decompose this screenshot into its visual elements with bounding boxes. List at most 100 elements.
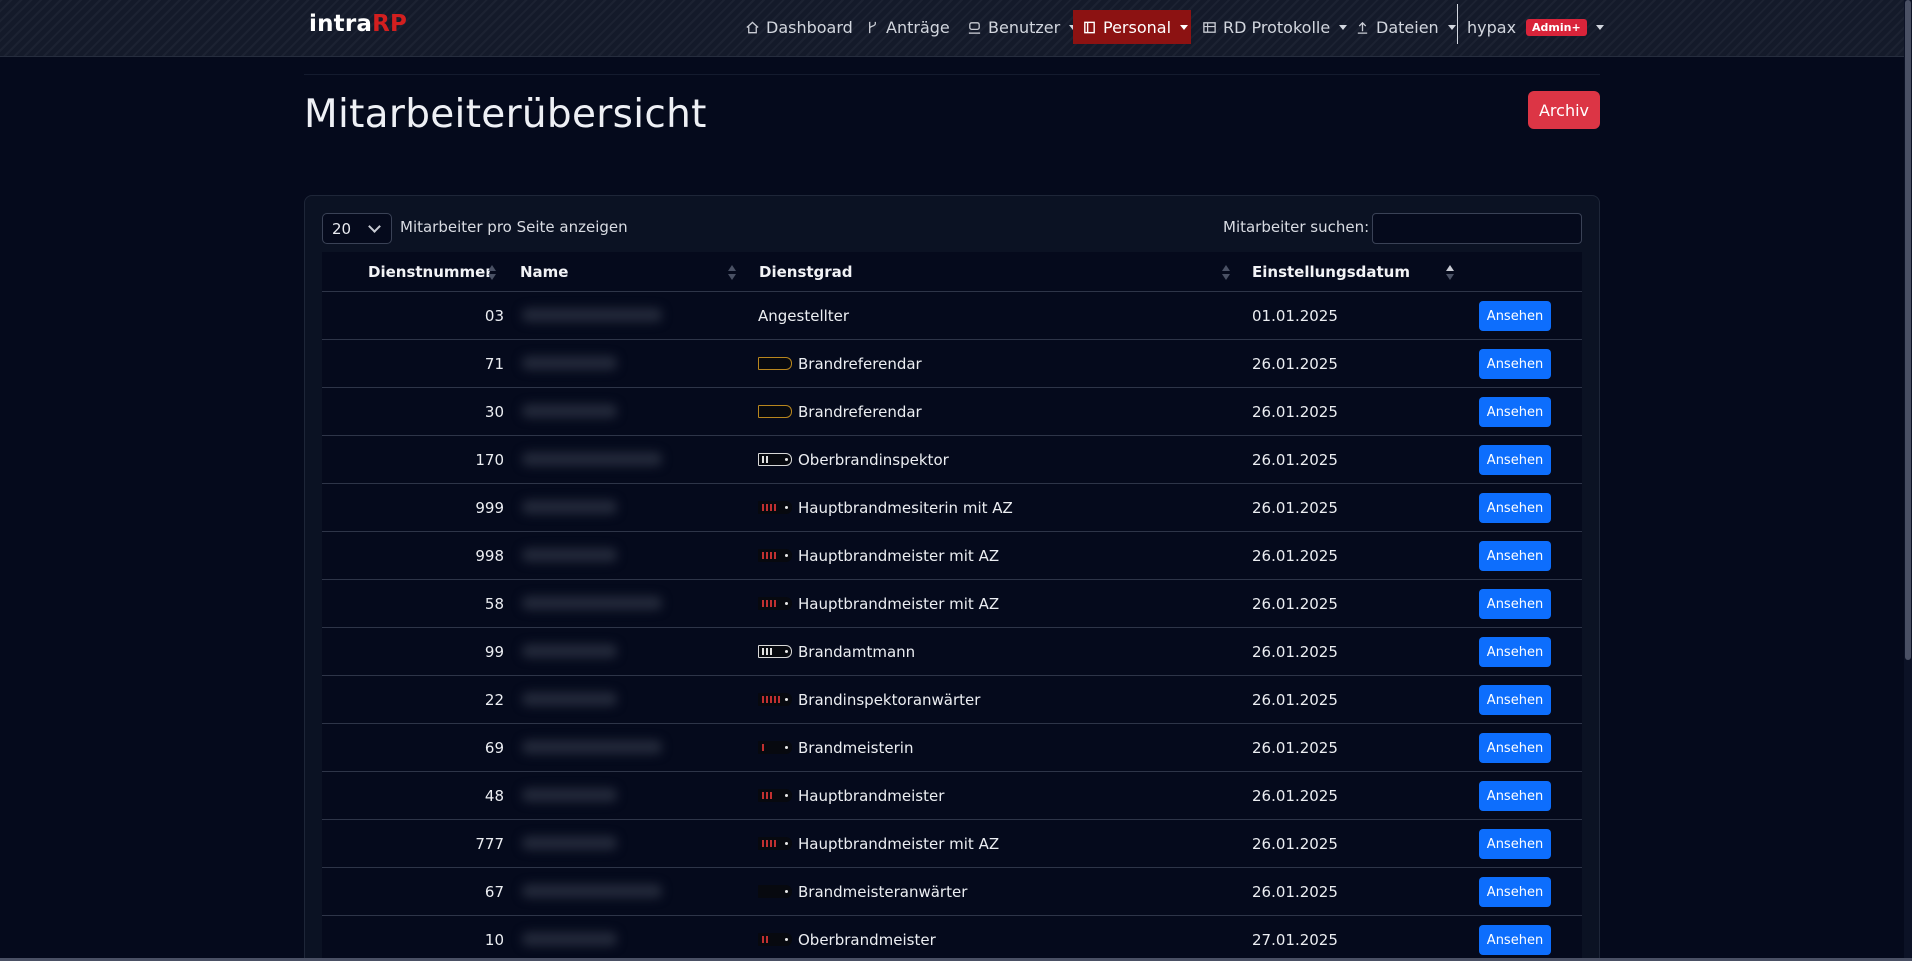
redacted-name-blur: [522, 644, 617, 658]
einstellungsdatum-cell: 26.01.2025: [1252, 786, 1338, 805]
view-employee-button[interactable]: Ansehen: [1479, 397, 1551, 427]
name-cell-redacted: [512, 296, 677, 336]
view-employee-button[interactable]: Ansehen: [1479, 541, 1551, 571]
redacted-name-blur: [522, 884, 662, 898]
einstellungsdatum-cell: 01.01.2025: [1252, 306, 1338, 325]
dienstnummer-cell: 30: [484, 402, 504, 421]
dienstnummer-cell: 58: [484, 594, 504, 613]
rank-label: Oberbrandmeister: [798, 930, 936, 949]
sort-icon: [728, 265, 736, 281]
view-employee-button[interactable]: Ansehen: [1479, 637, 1551, 667]
view-employee-button[interactable]: Ansehen: [1479, 589, 1551, 619]
dienstnummer-cell: 998: [475, 546, 504, 565]
name-cell-redacted: [512, 824, 677, 864]
name-cell-redacted: [512, 344, 677, 384]
dienstnummer-cell: 69: [484, 738, 504, 757]
chevron-down-icon: [368, 220, 381, 233]
badge-icon: [1084, 21, 1095, 33]
rank-insignia-icon: [758, 741, 792, 754]
column-header-einstellungsdatum[interactable]: Einstellungsdatum: [1252, 252, 1410, 292]
home-icon: [746, 20, 759, 33]
chevron-down-icon: [1180, 24, 1189, 30]
column-label: Dienstgrad: [759, 263, 853, 281]
nav-antraege[interactable]: Anträge: [856, 10, 959, 44]
einstellungsdatum-cell: 26.01.2025: [1252, 354, 1338, 373]
name-cell-redacted: [512, 584, 677, 624]
dienstgrad-cell: Oberbrandmeister: [758, 916, 936, 961]
dienstnummer-cell: 67: [484, 882, 504, 901]
rank-label: Hauptbrandmeister mit AZ: [798, 594, 1000, 613]
brand-logo[interactable]: intraRP: [309, 11, 407, 37]
nav-benutzer[interactable]: Benutzer: [958, 10, 1086, 44]
column-header-name[interactable]: Name: [520, 252, 568, 292]
search-input[interactable]: [1372, 213, 1582, 244]
rank-label: Hauptbrandmesiterin mit AZ: [798, 498, 1013, 517]
view-employee-button[interactable]: Ansehen: [1479, 829, 1551, 859]
rank-insignia-icon: [758, 357, 792, 370]
nav-dateien[interactable]: Dateien: [1346, 10, 1465, 44]
einstellungsdatum-cell: 26.01.2025: [1252, 450, 1338, 469]
dienstnummer-cell: 777: [475, 834, 504, 853]
name-cell-redacted: [512, 776, 677, 816]
dienstgrad-cell: Brandmeisterin: [758, 724, 913, 771]
redacted-name-blur: [522, 500, 617, 514]
dienstnummer-cell: 03: [484, 306, 504, 325]
nav-rd-protokolle[interactable]: RD Protokolle: [1193, 10, 1356, 44]
dienstnummer-cell: 999: [475, 498, 504, 517]
einstellungsdatum-cell: 26.01.2025: [1252, 642, 1338, 661]
brand-text-rp: RP: [372, 11, 408, 37]
redacted-name-blur: [522, 788, 617, 802]
table-row: 22 Brandinspektoranwärter 26.01.2025 Ansehe…: [322, 676, 1582, 724]
redacted-name-blur: [522, 596, 662, 610]
rank-insignia-icon: [758, 405, 792, 418]
einstellungsdatum-cell: 27.01.2025: [1252, 930, 1338, 949]
view-employee-button[interactable]: Ansehen: [1479, 877, 1551, 907]
rank-insignia-icon: [758, 597, 792, 610]
name-cell-redacted: [512, 728, 677, 768]
einstellungsdatum-cell: 26.01.2025: [1252, 594, 1338, 613]
rank-label: Brandmeisteranwärter: [798, 882, 968, 901]
dienstgrad-cell: Hauptbrandmesiterin mit AZ: [758, 484, 1013, 531]
nav-rd-protokolle-label: RD Protokolle: [1223, 17, 1331, 37]
view-employee-button[interactable]: Ansehen: [1479, 445, 1551, 475]
view-employee-button[interactable]: Ansehen: [1479, 349, 1551, 379]
page-title: Mitarbeiterübersicht: [304, 92, 707, 137]
dienstnummer-cell: 10: [484, 930, 504, 949]
brand-text-intra: intra: [309, 11, 373, 37]
scrollbar[interactable]: [1904, 0, 1912, 961]
column-header-dienstgrad[interactable]: Dienstgrad: [759, 252, 853, 292]
archive-button[interactable]: Archiv: [1528, 91, 1600, 129]
view-employee-button[interactable]: Ansehen: [1479, 301, 1551, 331]
view-employee-button[interactable]: Ansehen: [1479, 493, 1551, 523]
redacted-name-blur: [522, 308, 662, 322]
einstellungsdatum-cell: 26.01.2025: [1252, 690, 1338, 709]
table-row: 777 Hauptbrandmeister mit AZ 26.01.2025 Ans…: [322, 820, 1582, 868]
user-menu[interactable]: hypax Admin+: [1458, 10, 1613, 44]
name-cell-redacted: [512, 392, 677, 432]
view-employee-button[interactable]: Ansehen: [1479, 733, 1551, 763]
rank-insignia-icon: [758, 549, 792, 562]
nav-dashboard[interactable]: Dashboard: [736, 10, 862, 44]
einstellungsdatum-cell: 26.01.2025: [1252, 498, 1338, 517]
name-cell-redacted: [512, 872, 677, 912]
column-header-dienstnummer[interactable]: Dienstnummer: [368, 252, 493, 292]
table-row: 48 Hauptbrandmeister 26.01.2025 Ansehen: [322, 772, 1582, 820]
scrollbar-thumb[interactable]: [1905, 0, 1911, 660]
redacted-name-blur: [522, 692, 617, 706]
view-employee-button[interactable]: Ansehen: [1479, 925, 1551, 955]
nav-antraege-label: Anträge: [886, 17, 950, 37]
admin-badge: Admin+: [1526, 18, 1587, 36]
view-employee-button[interactable]: Ansehen: [1479, 685, 1551, 715]
page-length-select[interactable]: 20: [322, 213, 392, 244]
chevron-down-icon: [1447, 24, 1456, 30]
rank-insignia-icon: [758, 645, 792, 658]
rank-insignia-icon: [758, 453, 792, 466]
einstellungsdatum-cell: 26.01.2025: [1252, 882, 1338, 901]
name-cell-redacted: [512, 632, 677, 672]
chevron-down-icon: [1595, 24, 1604, 30]
view-employee-button[interactable]: Ansehen: [1479, 781, 1551, 811]
nav-personal[interactable]: Personal: [1073, 10, 1191, 44]
dienstnummer-cell: 48: [484, 786, 504, 805]
table-row: 03 Angestellter 01.01.2025 Ansehen: [322, 292, 1582, 340]
table-row: 10 Oberbrandmeister 27.01.2025 Ansehen: [322, 916, 1582, 961]
